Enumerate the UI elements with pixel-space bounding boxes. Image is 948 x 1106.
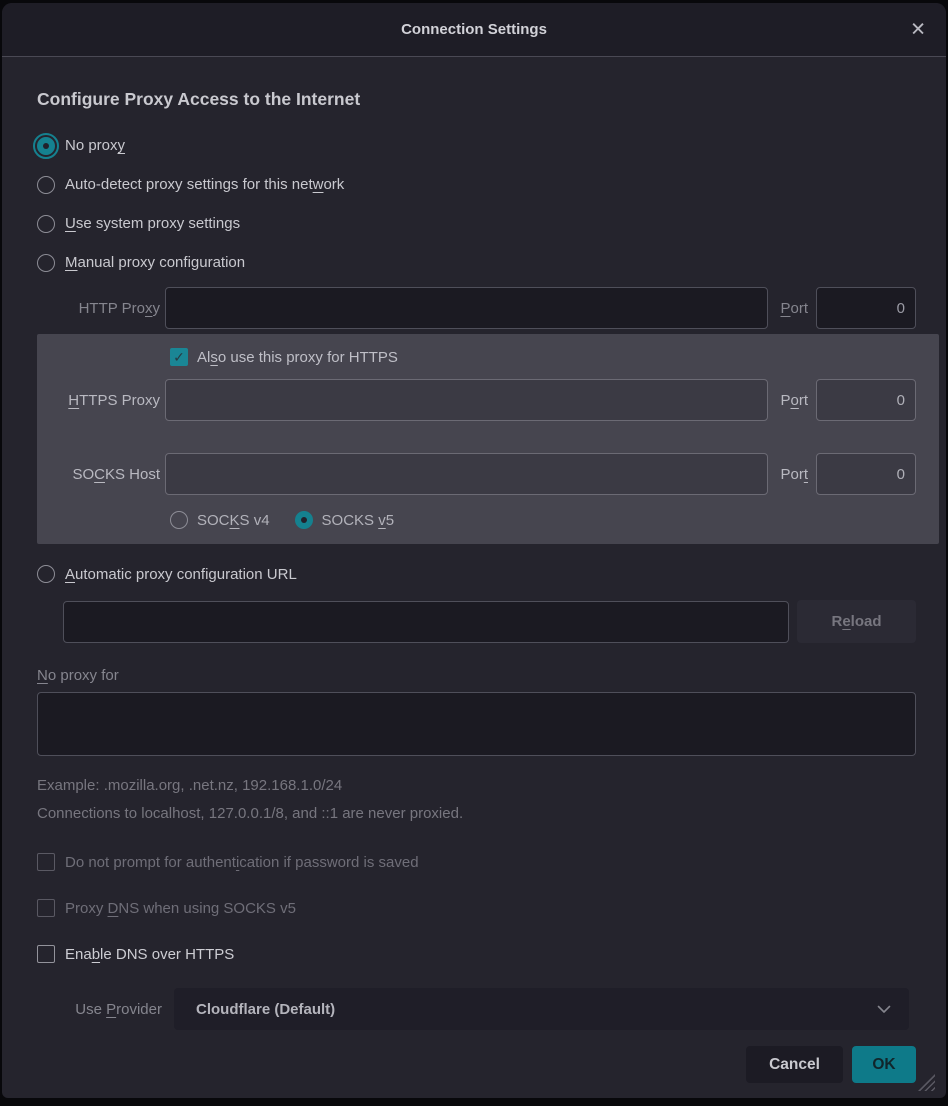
radio-label: Auto-detect proxy settings for this netw… [65,176,344,193]
checkbox-label: Enable DNS over HTTPS [65,946,234,963]
socks-port-label: Port [780,466,808,483]
radio-option-system-proxy[interactable]: Use system proxy settings [37,204,916,243]
radio-button-icon[interactable] [37,176,55,194]
no-prompt-auth-checkbox-row[interactable]: Do not prompt for authentication if pass… [37,850,916,874]
radio-button-icon[interactable] [37,565,55,583]
https-port-label: Port [780,392,808,409]
socks-host-row: SOCKS Host Port [37,452,916,496]
checkbox-unchecked-icon[interactable] [37,853,55,871]
auto-config-url-row: Reload [37,600,916,643]
reload-button[interactable]: Reload [797,600,916,643]
dialog-content: Configure Proxy Access to the Internet N… [2,89,946,1083]
socks-host-input[interactable] [165,453,768,495]
proxy-mode-radio-group: No proxy Auto-detect proxy settings for … [37,126,916,282]
https-socks-highlight-region: ✓ Also use this proxy for HTTPS HTTPS Pr… [37,334,939,544]
socks-v4-radio-icon[interactable] [170,511,188,529]
socks-host-label: SOCKS Host [37,466,165,483]
radio-button-icon[interactable] [37,137,55,155]
dialog-button-row: Cancel OK [37,1046,916,1083]
socks-version-radio-group: SOCKS v4 SOCKS v5 [37,508,916,532]
no-proxy-for-textarea[interactable] [37,692,916,756]
http-port-input[interactable] [816,287,916,329]
socks-v4-label[interactable]: SOCKS v4 [197,512,270,529]
https-proxy-label: HTTPS Proxy [37,392,165,409]
https-proxy-row: HTTPS Proxy Port [37,378,916,422]
close-icon[interactable]: ✕ [910,20,926,39]
enable-doh-checkbox-row[interactable]: Enable DNS over HTTPS [37,942,916,966]
radio-label: Use system proxy settings [65,215,240,232]
doh-provider-row: Use Provider Cloudflare (Default) [37,988,916,1030]
socks-v5-label[interactable]: SOCKS v5 [322,512,395,529]
checkbox-label: Do not prompt for authentication if pass… [65,854,419,871]
section-heading: Configure Proxy Access to the Internet [37,89,916,110]
radio-label: Automatic proxy configuration URL [65,566,297,583]
socks-v5-radio-icon[interactable] [295,511,313,529]
checkbox-checked-icon[interactable]: ✓ [170,348,188,366]
radio-option-auto-detect[interactable]: Auto-detect proxy settings for this netw… [37,165,916,204]
also-use-https-checkbox-row[interactable]: ✓ Also use this proxy for HTTPS [37,344,916,370]
radio-option-auto-config-url[interactable]: Automatic proxy configuration URL [37,560,916,588]
http-proxy-row: HTTP Proxy Port [37,286,916,330]
doh-provider-dropdown[interactable]: Cloudflare (Default) [174,988,909,1030]
connection-settings-dialog: Connection Settings ✕ Configure Proxy Ac… [2,3,946,1098]
radio-option-no-proxy[interactable]: No proxy [37,126,916,165]
https-proxy-input[interactable] [165,379,768,421]
checkbox-label: Proxy DNS when using SOCKS v5 [65,900,296,917]
no-proxy-for-label: No proxy for [37,667,916,684]
options-checkbox-group: Do not prompt for authentication if pass… [37,850,916,966]
auto-config-url-input[interactable] [63,601,789,643]
chevron-down-icon [877,1005,891,1014]
use-provider-label: Use Provider [37,1001,162,1018]
radio-button-icon[interactable] [37,215,55,233]
dialog-titlebar: Connection Settings ✕ [2,3,946,57]
ok-button[interactable]: OK [852,1046,916,1083]
checkbox-unchecked-icon[interactable] [37,899,55,917]
checkbox-label: Also use this proxy for HTTPS [197,349,398,366]
radio-button-icon[interactable] [37,254,55,272]
http-port-label: Port [780,300,808,317]
cancel-button[interactable]: Cancel [746,1046,843,1083]
http-proxy-label: HTTP Proxy [37,300,165,317]
doh-provider-selected-value: Cloudflare (Default) [196,1001,335,1018]
radio-option-manual-proxy[interactable]: Manual proxy configuration [37,243,916,282]
proxy-dns-socks5-checkbox-row[interactable]: Proxy DNS when using SOCKS v5 [37,896,916,920]
http-proxy-input[interactable] [165,287,768,329]
radio-label: No proxy [65,137,125,154]
radio-label: Manual proxy configuration [65,254,245,271]
socks-port-input[interactable] [816,453,916,495]
no-proxy-example-text: Example: .mozilla.org, .net.nz, 192.168.… [37,777,916,794]
https-port-input[interactable] [816,379,916,421]
localhost-note-text: Connections to localhost, 127.0.0.1/8, a… [37,805,916,822]
dialog-title: Connection Settings [401,21,547,38]
checkbox-unchecked-icon[interactable] [37,945,55,963]
